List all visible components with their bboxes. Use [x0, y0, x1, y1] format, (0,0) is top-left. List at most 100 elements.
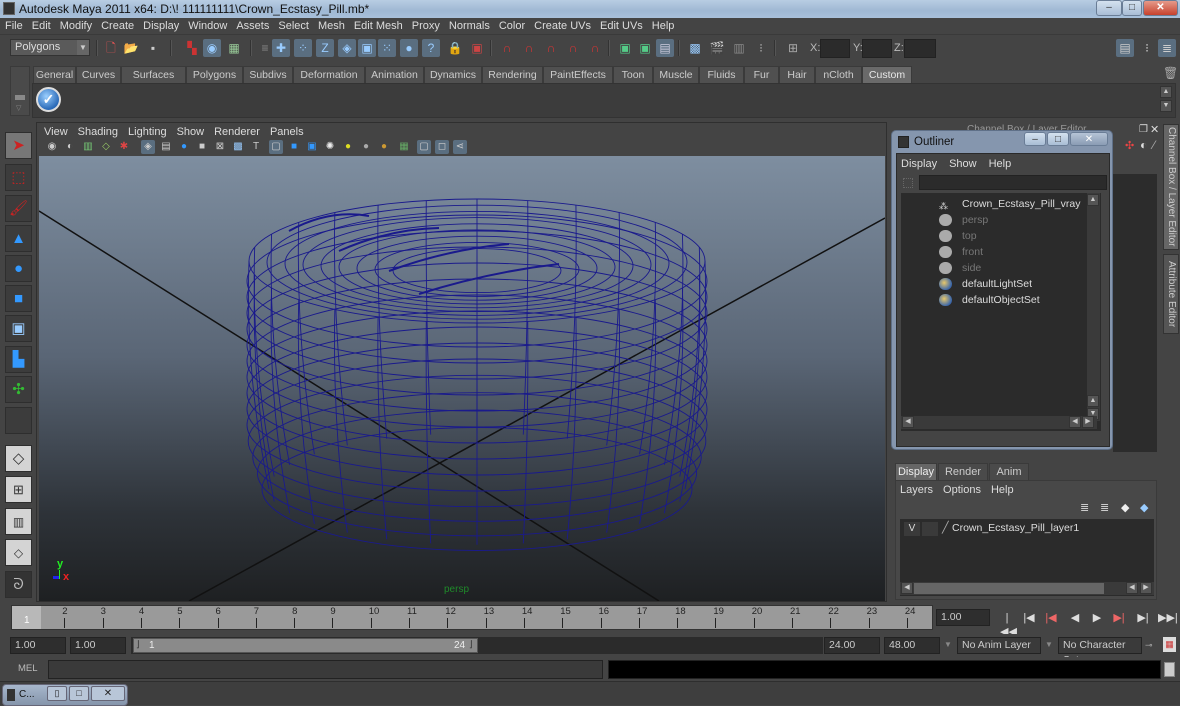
outliner-close-button[interactable]: ✕	[1070, 132, 1108, 146]
menu-assets[interactable]: Assets	[231, 18, 273, 32]
viewport-menu-show[interactable]: Show	[172, 124, 210, 138]
shelf-tab-general[interactable]: General	[33, 66, 76, 83]
layer-row[interactable]: V ╱ Crown_Ecstasy_Pill_layer1	[900, 521, 1154, 537]
outliner-item[interactable]: persp	[901, 212, 1096, 228]
use-all-lights-icon[interactable]: ●	[341, 140, 355, 154]
select-camera-icon[interactable]: ◉	[45, 140, 59, 154]
scroll-thumb[interactable]	[914, 583, 1104, 594]
close-button[interactable]: ✕	[1143, 0, 1178, 16]
move-layer-down-icon[interactable]: ≣	[1100, 501, 1109, 514]
shelf-tab-dynamics[interactable]: Dynamics	[424, 66, 482, 83]
select-curves-icon[interactable]: Z	[316, 39, 334, 57]
outliner-horizontal-scrollbar[interactable]: ◀ ◀ ▶	[901, 416, 1097, 429]
field-chart-icon[interactable]: ⊠	[213, 140, 227, 154]
xray-joints-icon[interactable]: ◻	[435, 140, 449, 154]
layer-tab-display[interactable]: Display	[895, 463, 937, 480]
menu-create-uvs[interactable]: Create UVs	[529, 18, 595, 32]
maximize-button[interactable]: □	[1122, 0, 1142, 16]
layer-tab-render[interactable]: Render	[938, 463, 988, 480]
rotate-tool-icon[interactable]: ●	[5, 255, 32, 282]
move-tool-icon[interactable]: ▲	[5, 225, 32, 252]
open-scene-icon[interactable]: 📂	[122, 39, 140, 57]
paint-select-tool-icon[interactable]: 🖌	[5, 195, 32, 222]
select-dynamics-icon[interactable]: ⁙	[378, 39, 396, 57]
select-misc-icon[interactable]: ?	[422, 39, 440, 57]
animation-start-field[interactable]: 1.00	[10, 637, 66, 654]
menu-display[interactable]: Display	[138, 18, 183, 32]
toggle-attribute-editor-icon[interactable]: ▤	[1116, 39, 1134, 57]
film-gate-icon[interactable]: ▤	[159, 140, 173, 154]
make-live-icon[interactable]: ∩	[586, 39, 604, 57]
shelf-tab-ncloth[interactable]: nCloth	[815, 66, 862, 83]
outliner-item[interactable]: ⁂ Crown_Ecstasy_Pill_vray	[901, 196, 1096, 212]
shelf-tab-rendering[interactable]: Rendering	[482, 66, 543, 83]
two-d-pan-zoom-icon[interactable]: ✱	[117, 140, 131, 154]
xray-icon[interactable]: ▢	[417, 140, 431, 154]
bookmarks-icon[interactable]: ▥	[81, 140, 95, 154]
outliner-item[interactable]: defaultObjectSet	[901, 292, 1096, 308]
minimized-window[interactable]: C... ▯ □ ✕	[2, 684, 128, 706]
render-current-frame-icon[interactable]: 🎬	[708, 39, 726, 57]
viewport-menu-panels[interactable]: Panels	[265, 124, 309, 138]
menuset-dropdown[interactable]: Polygons ▼	[10, 39, 90, 56]
outliner-item[interactable]: top	[901, 228, 1096, 244]
show-manipulator-icon[interactable]: ✣	[5, 376, 32, 403]
range-start-handle[interactable]: ⌋	[136, 639, 140, 650]
save-scene-icon[interactable]: ▪	[144, 39, 162, 57]
command-input[interactable]	[48, 660, 603, 679]
outliner-minimize-button[interactable]: –	[1024, 132, 1046, 146]
ipr-render-icon[interactable]: ▥	[730, 39, 748, 57]
image-plane-icon[interactable]: ◇	[99, 140, 113, 154]
textured-icon[interactable]: ✺	[323, 140, 337, 154]
shelf-scroll[interactable]: ▲ ▼	[1160, 86, 1172, 114]
tab-channel-box-layer-editor[interactable]: Channel Box / Layer Editor	[1163, 124, 1179, 250]
soft-mod-tool-icon[interactable]: ▙	[5, 346, 32, 373]
render-settings-icon[interactable]: ⁝	[752, 39, 770, 57]
highlight-selection-icon[interactable]: ▣	[468, 39, 486, 57]
smooth-shade-icon[interactable]: ■	[287, 140, 301, 154]
scroll-left-icon[interactable]: ◀	[901, 582, 913, 594]
time-slider[interactable]: 123456789101112131415161718192021222324	[11, 605, 933, 630]
shelf-tab-custom[interactable]: Custom	[862, 66, 912, 83]
outliner-menu-help[interactable]: Help	[989, 158, 1012, 170]
scroll-left-icon[interactable]: ◀	[902, 416, 914, 428]
menu-color[interactable]: Color	[494, 18, 529, 32]
grid-toggle-icon[interactable]: ◈	[141, 140, 155, 154]
toggle-channel-box-icon[interactable]: ≣	[1158, 39, 1176, 57]
scale-tool-icon[interactable]: ■	[5, 285, 32, 312]
go-to-end-icon[interactable]: ▶▶|	[1158, 611, 1178, 625]
menu-normals[interactable]: Normals	[444, 18, 494, 32]
tab-attribute-editor[interactable]: Attribute Editor	[1163, 254, 1179, 334]
outliner-vertical-scrollbar[interactable]: ▲ ▲ ▼	[1087, 193, 1100, 421]
shelf-tab-fluids[interactable]: Fluids	[699, 66, 744, 83]
play-forwards-icon[interactable]: ▶	[1090, 611, 1104, 625]
layer-menu-help[interactable]: Help	[991, 484, 1014, 496]
close-minimized-button[interactable]: ✕	[91, 686, 125, 701]
persp-graph-layout-icon[interactable]: ◇	[5, 539, 32, 566]
outliner-item[interactable]: defaultLightSet	[901, 276, 1096, 292]
pill-wireframe-mesh[interactable]	[246, 198, 708, 551]
camera-attributes-icon[interactable]: ◐	[63, 140, 77, 154]
menu-help[interactable]: Help	[647, 18, 679, 32]
menu-modify[interactable]: Modify	[55, 18, 96, 32]
select-joints-icon[interactable]: ⁘	[294, 39, 312, 57]
layer-menu-options[interactable]: Options	[943, 484, 981, 496]
close-panel-icon[interactable]: ✕	[1150, 123, 1160, 136]
create-empty-layer-icon[interactable]: ◆	[1121, 501, 1129, 514]
lasso-tool-icon[interactable]: ⬚	[5, 164, 32, 191]
shelf-tab-animation[interactable]: Animation	[365, 66, 424, 83]
menu-mesh[interactable]: Mesh	[313, 18, 349, 32]
outliner-item[interactable]: front	[901, 244, 1096, 260]
viewport-menu-renderer[interactable]: Renderer	[209, 124, 265, 138]
select-handles-icon[interactable]: ✚	[272, 39, 290, 57]
step-back-frame-icon[interactable]: |◀	[1022, 611, 1036, 625]
select-surfaces-icon[interactable]: ◈	[338, 39, 356, 57]
shelf-scroll-down-icon[interactable]: ▼	[1160, 100, 1172, 112]
minimize-button[interactable]: –	[1096, 0, 1122, 16]
outliner-maximize-button[interactable]: □	[1047, 132, 1069, 146]
shelf-tab-fur[interactable]: Fur	[744, 66, 779, 83]
safe-action-icon[interactable]: ▩	[231, 140, 245, 154]
maya-logo-icon[interactable]: ᘐ	[5, 571, 32, 598]
wireframe-on-shaded-icon[interactable]: ▣	[305, 140, 319, 154]
shelf-tab-polygons[interactable]: Polygons	[186, 66, 243, 83]
